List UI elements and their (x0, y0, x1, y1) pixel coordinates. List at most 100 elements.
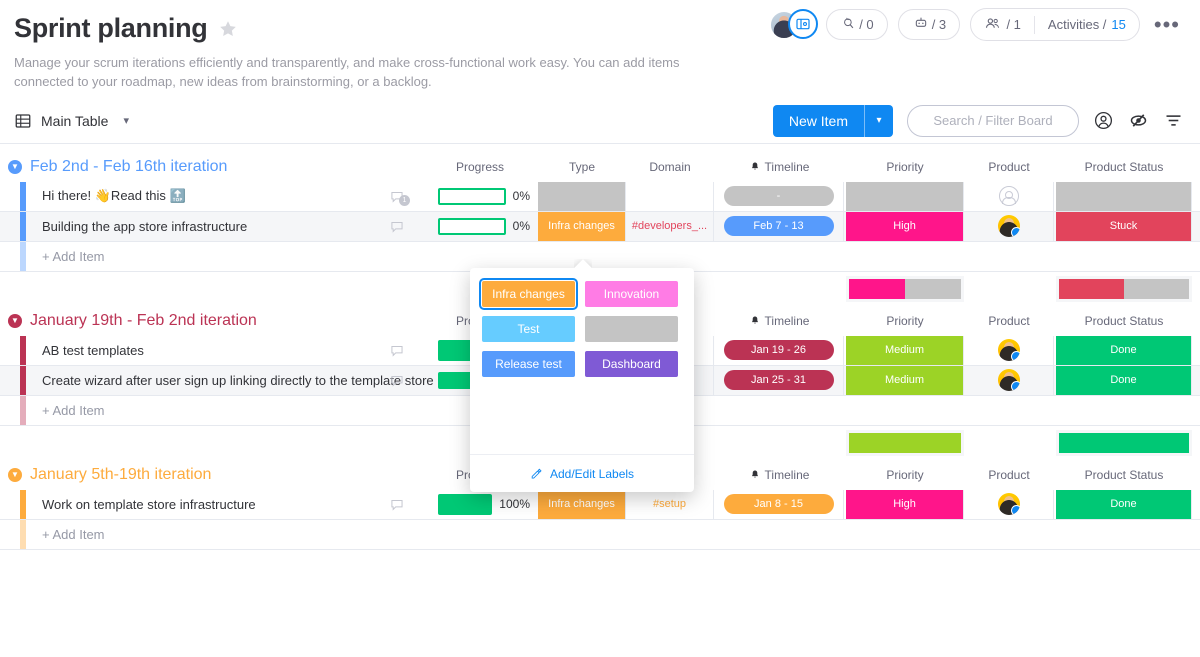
column-header-label: Product Status (1084, 313, 1164, 328)
column-header-product-status[interactable]: Product Status (1056, 460, 1192, 490)
comment-icon[interactable] (388, 343, 406, 359)
row-title[interactable]: Building the app store infrastructure (34, 212, 247, 241)
cell-product[interactable] (964, 489, 1054, 519)
table-row[interactable]: Work on template store infrastructure 100… (0, 489, 1200, 520)
label-option[interactable]: Infra changes (479, 278, 578, 310)
sort-filter-icon[interactable] (1163, 110, 1184, 131)
search-input[interactable]: Search / Filter Board (907, 104, 1079, 137)
column-header-timeline[interactable]: Timeline (714, 152, 844, 182)
row-title[interactable]: Create wizard after user sign up linking… (34, 366, 434, 395)
integrations-pill[interactable]: / 0 (826, 9, 889, 40)
timeline-label: Jan 19 - 26 (750, 344, 807, 357)
summary-cell[interactable] (1056, 429, 1192, 456)
summary-cell[interactable] (846, 275, 964, 302)
column-header-priority[interactable]: Priority (846, 306, 964, 336)
cell-type[interactable]: Infra changes (538, 211, 626, 241)
label-option[interactable]: Release test (482, 351, 575, 377)
cell-progress[interactable]: 0% (430, 212, 530, 241)
cell-priority[interactable]: High (846, 211, 964, 241)
activities-button[interactable]: Activities / 15 (1035, 9, 1139, 40)
cell-product[interactable] (964, 365, 1054, 395)
cell-timeline[interactable]: Jan 25 - 31 (714, 365, 844, 395)
cell-timeline[interactable]: - (714, 181, 844, 211)
cell-priority[interactable] (846, 181, 964, 211)
column-header-domain[interactable]: Domain (626, 152, 714, 182)
label-option[interactable] (585, 316, 678, 342)
automations-count: / 3 (931, 17, 947, 32)
cell-status[interactable]: Stuck (1056, 211, 1192, 241)
cell-domain[interactable]: #setup (626, 489, 714, 519)
column-header-product-status[interactable]: Product Status (1056, 152, 1192, 182)
add-item-label: + Add Item (42, 402, 105, 418)
cell-status[interactable]: Done (1056, 335, 1192, 365)
cell-priority[interactable]: Medium (846, 365, 964, 395)
timeline-pill: Feb 7 - 13 (723, 216, 834, 237)
column-header-priority[interactable]: Priority (846, 460, 964, 490)
add-item-row[interactable]: + Add Item (0, 519, 1200, 550)
chevron-down-icon[interactable]: ▾ (123, 114, 129, 127)
row-color-indicator (20, 519, 26, 549)
cell-domain[interactable] (626, 181, 714, 211)
cell-progress[interactable]: 0% (430, 182, 530, 211)
avatar[interactable] (997, 339, 1020, 362)
type-label-dropdown: Infra changes Innovation Test Release test D… (470, 268, 694, 492)
column-header-product[interactable]: Product (964, 152, 1054, 182)
cell-product[interactable] (964, 211, 1054, 241)
column-header-label: Type (568, 159, 595, 174)
avatar[interactable] (997, 493, 1020, 516)
column-header-progress[interactable]: Progress (430, 152, 530, 182)
summary-cell[interactable] (846, 429, 964, 456)
board-view-badge-icon[interactable] (788, 8, 819, 39)
automations-pill[interactable]: / 3 (898, 9, 961, 40)
board-members[interactable]: / 1 (971, 9, 1033, 40)
label-option[interactable]: Innovation (585, 281, 678, 307)
avatar[interactable] (997, 369, 1020, 392)
new-item-caret-icon[interactable]: ▾ (865, 105, 893, 137)
column-header-product-status[interactable]: Product Status (1056, 306, 1192, 336)
column-header-product[interactable]: Product (964, 306, 1054, 336)
label-option[interactable]: Dashboard (585, 351, 678, 377)
cell-type[interactable] (538, 181, 626, 211)
cell-product[interactable] (964, 181, 1054, 211)
column-header-timeline[interactable]: Timeline (714, 460, 844, 490)
cell-domain[interactable]: #developers_... (626, 211, 714, 241)
cell-status[interactable]: Done (1056, 365, 1192, 395)
star-icon[interactable] (217, 18, 239, 40)
comment-icon[interactable] (388, 219, 406, 235)
avatar[interactable] (997, 215, 1020, 238)
table-row[interactable]: Hi there! 👋Read this 🔝 1 0% - (0, 181, 1200, 212)
column-header-timeline[interactable]: Timeline (714, 306, 844, 336)
cell-progress[interactable]: 100% (430, 490, 530, 519)
cell-priority[interactable]: Medium (846, 335, 964, 365)
cell-product[interactable] (964, 335, 1054, 365)
column-header-product[interactable]: Product (964, 460, 1054, 490)
cell-status[interactable]: Done (1056, 489, 1192, 519)
person-filter-icon[interactable] (1093, 110, 1114, 131)
bell-icon (749, 308, 761, 338)
empty-person-icon[interactable] (998, 186, 1019, 207)
eye-hidden-icon[interactable] (1128, 110, 1149, 131)
column-header-priority[interactable]: Priority (846, 152, 964, 182)
add-edit-labels-button[interactable]: Add/Edit Labels (470, 454, 694, 492)
summary-cell[interactable] (1056, 275, 1192, 302)
comment-icon[interactable] (388, 373, 406, 389)
comment-icon[interactable] (388, 497, 406, 513)
column-header-type[interactable]: Type (538, 152, 626, 182)
progress-bar (438, 493, 493, 515)
view-selector[interactable]: Main Table ▾ (14, 112, 129, 130)
members-count: / 1 (1006, 17, 1021, 32)
table-row[interactable]: Building the app store infrastructure 0% I… (0, 211, 1200, 242)
new-item-button[interactable]: New Item ▾ (772, 104, 893, 137)
cell-timeline[interactable]: Feb 7 - 13 (714, 211, 844, 241)
cell-priority[interactable]: High (846, 489, 964, 519)
cell-timeline[interactable]: Jan 8 - 15 (714, 489, 844, 519)
row-title[interactable]: Hi there! 👋Read this 🔝 (34, 182, 186, 211)
cell-timeline[interactable]: Jan 19 - 26 (714, 335, 844, 365)
cell-status[interactable] (1056, 181, 1192, 211)
row-title[interactable]: Work on template store infrastructure (34, 490, 256, 519)
label-option[interactable]: Test (482, 316, 575, 342)
cell-type[interactable]: Infra changes (538, 489, 626, 519)
row-title[interactable]: AB test templates (34, 336, 144, 365)
board-owner-avatar-group[interactable] (770, 8, 819, 41)
row-color-indicator (20, 395, 26, 425)
